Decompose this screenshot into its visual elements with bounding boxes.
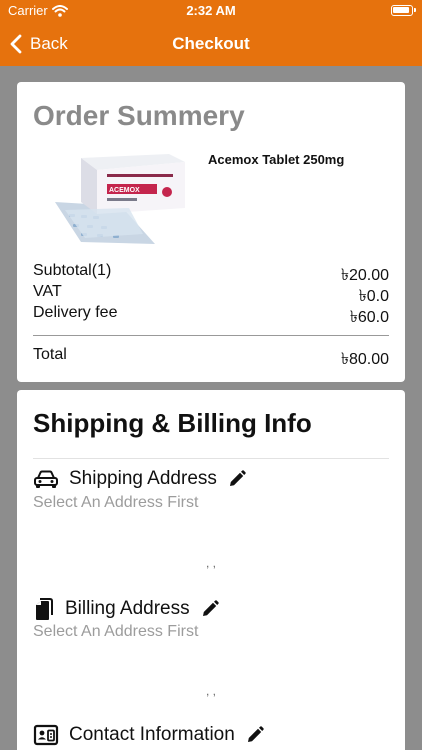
delivery-fee-value: ৳60.0 <box>349 309 389 326</box>
billing-edit-icon[interactable] <box>200 599 220 619</box>
svg-text:ACEMOX: ACEMOX <box>109 187 140 194</box>
delivery-fee-label: Delivery fee <box>33 304 118 321</box>
status-time: 2:32 AM <box>186 3 236 18</box>
document-icon <box>36 598 53 620</box>
total-divider <box>33 335 389 336</box>
shipping-address-label: Shipping Address <box>69 468 217 489</box>
shipping-address-header: Shipping Address <box>33 468 247 490</box>
shipping-billing-title: Shipping & Billing Info <box>33 408 312 438</box>
shipping-address-detail: , , <box>205 556 216 570</box>
navigation-bar: Back Checkout <box>0 22 422 66</box>
status-bar: Carrier 2:32 AM <box>0 0 422 22</box>
order-summary-title: Order Summery <box>33 100 245 131</box>
contact-information-header: Contact Information <box>33 724 265 746</box>
car-icon <box>34 470 58 488</box>
contact-edit-icon[interactable] <box>245 725 265 745</box>
shipping-billing-card: Shipping & Billing Info Shipping Address… <box>17 390 405 750</box>
total-row: Total ৳80.00 <box>33 346 389 373</box>
product-name[interactable]: Acemox Tablet 250mg <box>208 152 344 167</box>
contact-card-icon <box>33 724 59 746</box>
total-label: Total <box>33 346 67 363</box>
billing-address-detail: , , <box>205 684 216 698</box>
order-summary-card: Order Summery ACEMOX Acemox Tablet 250mg… <box>17 82 405 382</box>
delivery-fee-row: Delivery fee ৳60.0 <box>33 304 389 331</box>
battery-icon <box>391 5 416 16</box>
billing-address-label: Billing Address <box>65 598 190 619</box>
billing-address-placeholder[interactable]: Select An Address First <box>33 623 198 641</box>
contact-information-label: Contact Information <box>69 724 235 745</box>
shipping-edit-icon[interactable] <box>227 469 247 489</box>
page-title: Checkout <box>172 34 250 53</box>
billing-address-header: Billing Address <box>33 596 220 622</box>
shipping-address-placeholder[interactable]: Select An Address First <box>33 494 198 512</box>
total-value: ৳80.00 <box>340 351 389 368</box>
section-divider <box>33 458 389 459</box>
product-image[interactable]: ACEMOX <box>51 152 189 257</box>
